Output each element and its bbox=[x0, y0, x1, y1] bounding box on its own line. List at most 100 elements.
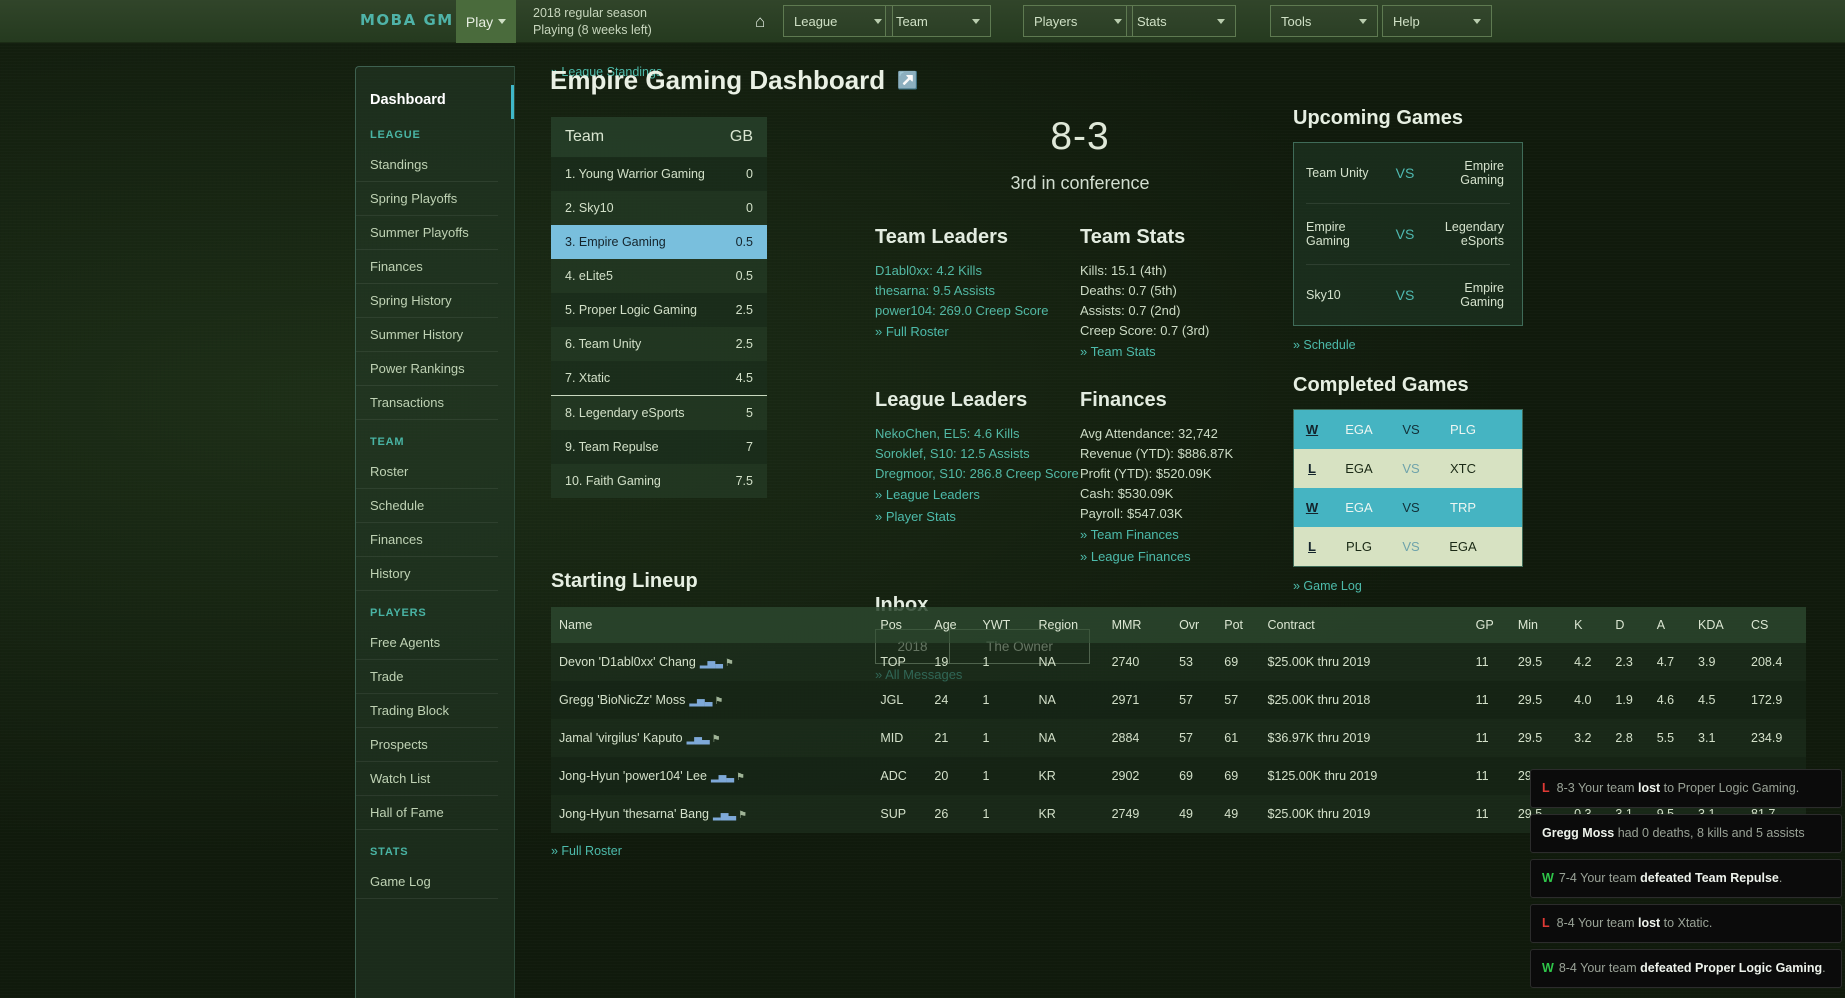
upcoming-home-team: Team Unity bbox=[1306, 166, 1388, 180]
sidebar-item-schedule[interactable]: Schedule bbox=[356, 489, 498, 523]
flag-icon[interactable]: ⚑ bbox=[738, 810, 747, 821]
sidebar-item-prospects[interactable]: Prospects bbox=[356, 728, 498, 762]
upcoming-game-row[interactable]: Team UnityVSEmpire Gaming bbox=[1306, 143, 1510, 204]
standings-row[interactable]: 10. Faith Gaming7.5 bbox=[551, 464, 767, 498]
completed-game-row[interactable]: LPLGVSEGA bbox=[1294, 527, 1522, 566]
flag-icon[interactable]: ⚑ bbox=[736, 772, 745, 783]
sidebar-item-power-rankings[interactable]: Power Rankings bbox=[356, 352, 498, 386]
bar-chart-icon[interactable]: ▂▅▃ bbox=[711, 772, 734, 783]
league-leader-entry[interactable]: NekoChen, EL5: 4.6 Kills bbox=[875, 424, 1080, 444]
nav-menu-tools[interactable]: Tools bbox=[1270, 5, 1378, 37]
sidebar-item-trading-block[interactable]: Trading Block bbox=[356, 694, 498, 728]
player-stats-link[interactable]: » Player Stats bbox=[875, 506, 1080, 528]
sidebar-item-summer-history[interactable]: Summer History bbox=[356, 318, 498, 352]
standings-row[interactable]: 9. Team Repulse7 bbox=[551, 430, 767, 464]
standings-row[interactable]: 4. eLite50.5 bbox=[551, 259, 767, 293]
lineup-column-min[interactable]: Min bbox=[1512, 607, 1568, 643]
bar-chart-icon[interactable]: ▂▅▃ bbox=[687, 734, 710, 745]
league-leader-entry[interactable]: Soroklef, S10: 12.5 Assists bbox=[875, 444, 1080, 464]
lineup-player-name[interactable]: Jong-Hyun 'power104' Lee bbox=[559, 769, 707, 783]
lineup-player-name[interactable]: Devon 'D1abl0xx' Chang bbox=[559, 655, 696, 669]
sidebar-item-summer-playoffs[interactable]: Summer Playoffs bbox=[356, 216, 498, 250]
lineup-column-gp[interactable]: GP bbox=[1470, 607, 1512, 643]
notification-toast[interactable]: L8-4 Your team lost to Xtatic. bbox=[1530, 904, 1842, 943]
standings-row[interactable]: 3. Empire Gaming0.5 bbox=[551, 225, 767, 259]
lineup-row[interactable]: Jamal 'virgilus' Kaputo▂▅▃⚑MID211NA28845… bbox=[551, 719, 1806, 757]
notification-toast[interactable]: Gregg Moss had 0 deaths, 8 kills and 5 a… bbox=[1530, 814, 1842, 853]
league-leaders-link[interactable]: » League Leaders bbox=[875, 484, 1080, 506]
standings-row[interactable]: 8. Legendary eSports5 bbox=[551, 396, 767, 430]
standings-row[interactable]: 6. Team Unity2.5 bbox=[551, 327, 767, 361]
sidebar-item-hall-of-fame[interactable]: Hall of Fame bbox=[356, 796, 498, 830]
flag-icon[interactable]: ⚑ bbox=[712, 734, 721, 745]
sidebar-item-game-log[interactable]: Game Log bbox=[356, 865, 498, 899]
standings-row[interactable]: 1. Young Warrior Gaming0 bbox=[551, 157, 767, 191]
lineup-column-age[interactable]: Age bbox=[928, 607, 976, 643]
lineup-cell-ywt: 1 bbox=[977, 643, 1033, 681]
nav-menu-stats[interactable]: Stats bbox=[1126, 5, 1236, 37]
sidebar-item-spring-history[interactable]: Spring History bbox=[356, 284, 498, 318]
sidebar-item-free-agents[interactable]: Free Agents bbox=[356, 626, 498, 660]
flag-icon[interactable]: ⚑ bbox=[714, 696, 723, 707]
standings-row[interactable]: 7. Xtatic4.5 bbox=[551, 361, 767, 396]
schedule-link[interactable]: » Schedule bbox=[1293, 338, 1523, 352]
team-leader-entry[interactable]: thesarna: 9.5 Assists bbox=[875, 281, 1080, 301]
sidebar-item-trade[interactable]: Trade bbox=[356, 660, 498, 694]
lineup-column-pos[interactable]: Pos bbox=[874, 607, 928, 643]
home-icon[interactable]: ⌂ bbox=[755, 12, 765, 32]
lineup-player-name[interactable]: Jong-Hyun 'thesarna' Bang bbox=[559, 807, 709, 821]
bar-chart-icon[interactable]: ▂▅▃ bbox=[713, 810, 736, 821]
lineup-player-name[interactable]: Gregg 'BioNicZz' Moss bbox=[559, 693, 685, 707]
nav-menu-help[interactable]: Help bbox=[1382, 5, 1492, 37]
lineup-column-kda[interactable]: KDA bbox=[1692, 607, 1745, 643]
sidebar-item-watch-list[interactable]: Watch List bbox=[356, 762, 498, 796]
sidebar-item-spring-playoffs[interactable]: Spring Playoffs bbox=[356, 182, 498, 216]
completed-game-row[interactable]: WEGAVSTRP bbox=[1294, 488, 1522, 527]
team-leader-entry[interactable]: D1abl0xx: 4.2 Kills bbox=[875, 261, 1080, 281]
lineup-column-cs[interactable]: CS bbox=[1745, 607, 1806, 643]
sidebar-item-history[interactable]: History bbox=[356, 557, 498, 591]
full-roster-link[interactable]: » Full Roster bbox=[875, 321, 1080, 343]
lineup-column-ovr[interactable]: Ovr bbox=[1173, 607, 1218, 643]
notification-toast[interactable]: W8-4 Your team defeated Proper Logic Gam… bbox=[1530, 949, 1842, 988]
nav-menu-league[interactable]: League bbox=[783, 5, 893, 37]
league-leader-entry[interactable]: Dregmoor, S10: 286.8 Creep Score bbox=[875, 464, 1080, 484]
lineup-column-ywt[interactable]: YWT bbox=[977, 607, 1033, 643]
lineup-column-mmr[interactable]: MMR bbox=[1106, 607, 1173, 643]
notification-toast[interactable]: W7-4 Your team defeated Team Repulse. bbox=[1530, 859, 1842, 898]
sidebar-item-roster[interactable]: Roster bbox=[356, 455, 498, 489]
nav-menu-players[interactable]: Players bbox=[1023, 5, 1133, 37]
lineup-column-contract[interactable]: Contract bbox=[1262, 607, 1470, 643]
sidebar-item-dashboard[interactable]: Dashboard bbox=[356, 89, 514, 111]
play-button[interactable]: Play bbox=[456, 0, 516, 43]
completed-game-row[interactable]: LEGAVSXTC bbox=[1294, 449, 1522, 488]
lineup-column-region[interactable]: Region bbox=[1032, 607, 1105, 643]
external-link-icon[interactable]: ↗️ bbox=[897, 71, 918, 91]
bar-chart-icon[interactable]: ▂▅▃ bbox=[700, 658, 723, 669]
team-stats-link[interactable]: » Team Stats bbox=[1080, 341, 1285, 363]
completed-game-row[interactable]: WEGAVSPLG bbox=[1294, 410, 1522, 449]
upcoming-game-row[interactable]: Sky10VSEmpire Gaming bbox=[1306, 265, 1510, 325]
league-finances-link[interactable]: » League Finances bbox=[1080, 546, 1285, 568]
bar-chart-icon[interactable]: ▂▅▃ bbox=[689, 696, 712, 707]
lineup-column-name[interactable]: Name bbox=[551, 607, 874, 643]
standings-row[interactable]: 2. Sky100 bbox=[551, 191, 767, 225]
sidebar-item-finances[interactable]: Finances bbox=[356, 250, 498, 284]
team-finances-link[interactable]: » Team Finances bbox=[1080, 524, 1285, 546]
lineup-column-pot[interactable]: Pot bbox=[1218, 607, 1261, 643]
lineup-player-name[interactable]: Jamal 'virgilus' Kaputo bbox=[559, 731, 683, 745]
standings-row[interactable]: 5. Proper Logic Gaming2.5 bbox=[551, 293, 767, 327]
team-leader-entry[interactable]: power104: 269.0 Creep Score bbox=[875, 301, 1080, 321]
lineup-column-d[interactable]: D bbox=[1609, 607, 1650, 643]
flag-icon[interactable]: ⚑ bbox=[725, 658, 734, 669]
notification-toast[interactable]: L8-3 Your team lost to Proper Logic Gami… bbox=[1530, 769, 1842, 808]
lineup-column-k[interactable]: K bbox=[1568, 607, 1609, 643]
lineup-row[interactable]: Gregg 'BioNicZz' Moss▂▅▃⚑JGL241NA2971575… bbox=[551, 681, 1806, 719]
nav-menu-team[interactable]: Team bbox=[885, 5, 991, 37]
lineup-row[interactable]: Devon 'D1abl0xx' Chang▂▅▃⚑TOP191NA274053… bbox=[551, 643, 1806, 681]
sidebar-item-standings[interactable]: Standings bbox=[356, 148, 498, 182]
sidebar-item-finances[interactable]: Finances bbox=[356, 523, 498, 557]
lineup-column-a[interactable]: A bbox=[1651, 607, 1692, 643]
sidebar-item-transactions[interactable]: Transactions bbox=[356, 386, 498, 420]
upcoming-game-row[interactable]: Empire GamingVSLegendary eSports bbox=[1306, 204, 1510, 265]
